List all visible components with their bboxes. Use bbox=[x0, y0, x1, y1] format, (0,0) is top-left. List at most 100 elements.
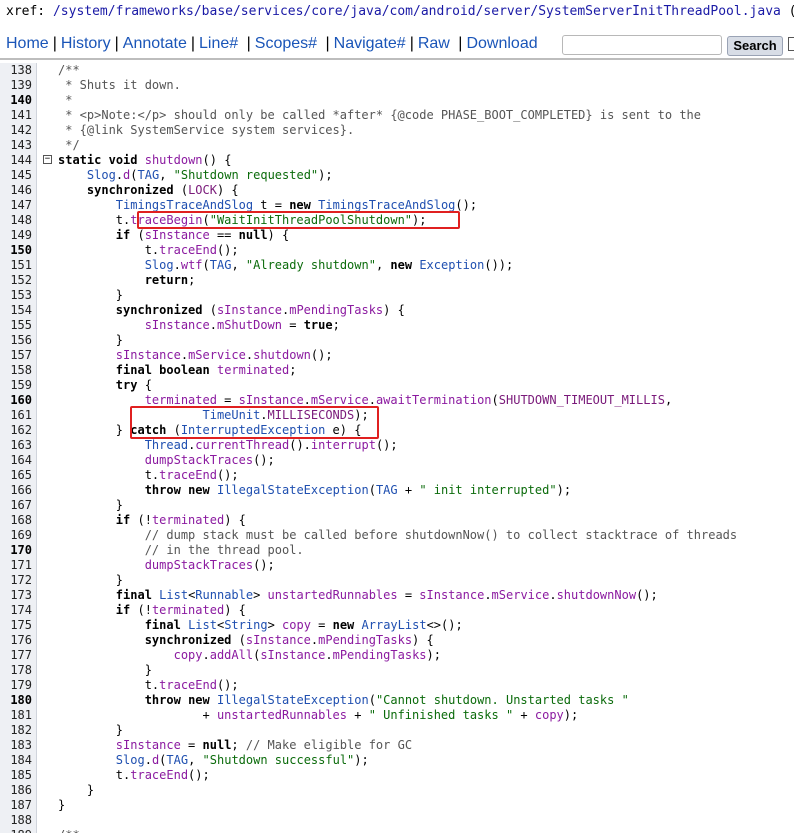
line-number-link[interactable]: 175 bbox=[0, 618, 32, 633]
line-number-link[interactable]: 156 bbox=[0, 333, 32, 348]
option-checkbox[interactable] bbox=[788, 37, 794, 51]
code-line: 162 } catch (InterruptedException e) { bbox=[0, 423, 794, 438]
line-number-link[interactable]: 144 bbox=[0, 153, 32, 168]
line-number-link[interactable]: 157 bbox=[0, 348, 32, 363]
nav-separator: | bbox=[242, 35, 251, 52]
code-text: final List<Runnable> unstartedRunnables … bbox=[115, 588, 658, 602]
line-number-link[interactable]: 180 bbox=[0, 693, 32, 708]
nav-scopes-link[interactable]: Scopes# bbox=[255, 35, 317, 52]
line-number-link[interactable]: 172 bbox=[0, 573, 32, 588]
line-number-link[interactable]: 138 bbox=[0, 63, 32, 78]
line-number-link[interactable]: 179 bbox=[0, 678, 32, 693]
line-number-link[interactable]: 167 bbox=[0, 498, 32, 513]
nav-download-link[interactable]: Download bbox=[466, 35, 537, 52]
code-text: t.traceEnd(); bbox=[58, 468, 239, 482]
line-number-link[interactable]: 162 bbox=[0, 423, 32, 438]
code-line: 159 try { bbox=[0, 378, 794, 393]
code-line: 172 } bbox=[0, 573, 794, 588]
line-number-link[interactable]: 178 bbox=[0, 663, 32, 678]
code-line: 169 // dump stack must be called before … bbox=[0, 528, 794, 543]
nav-navigate-link[interactable]: Navigate# bbox=[334, 35, 406, 52]
line-number-link[interactable]: 149 bbox=[0, 228, 32, 243]
line-number-link[interactable]: 171 bbox=[0, 558, 32, 573]
line-number-link[interactable]: 189 bbox=[0, 828, 32, 833]
line-number-link[interactable]: 159 bbox=[0, 378, 32, 393]
code-line: 177 copy.addAll(sInstance.mPendingTasks)… bbox=[0, 648, 794, 663]
line-number-link[interactable]: 182 bbox=[0, 723, 32, 738]
line-number-link[interactable]: 143 bbox=[0, 138, 32, 153]
code-line: 170 // in the thread pool. bbox=[0, 543, 794, 558]
code-line: 163 Thread.currentThread().interrupt(); bbox=[0, 438, 794, 453]
line-number-link[interactable]: 163 bbox=[0, 438, 32, 453]
code-text: /** bbox=[58, 828, 80, 833]
code-line: 164 dumpStackTraces(); bbox=[0, 453, 794, 468]
line-number-link[interactable]: 140 bbox=[0, 93, 32, 108]
code-text: throw new IllegalStateException("Cannot … bbox=[144, 693, 629, 707]
nav-home-link[interactable]: Home bbox=[6, 35, 49, 52]
line-number-link[interactable]: 150 bbox=[0, 243, 32, 258]
code-line: 139 * Shuts it down. bbox=[0, 78, 794, 93]
xref-file-path[interactable]: /system/frameworks/base/services/core/ja… bbox=[53, 4, 781, 19]
line-number-link[interactable]: 161 bbox=[0, 408, 32, 423]
code-line: 188 bbox=[0, 813, 794, 828]
code-text: t.traceEnd(); bbox=[58, 243, 239, 257]
nav-separator: | bbox=[190, 35, 195, 52]
line-number-link[interactable]: 177 bbox=[0, 648, 32, 663]
line-number-link[interactable]: 166 bbox=[0, 483, 32, 498]
line-number-link[interactable]: 153 bbox=[0, 288, 32, 303]
nav-raw-link[interactable]: Raw bbox=[418, 35, 450, 52]
line-number-link[interactable]: 158 bbox=[0, 363, 32, 378]
nav-history-link[interactable]: History bbox=[61, 35, 111, 52]
line-number-link[interactable]: 154 bbox=[0, 303, 32, 318]
search-input[interactable] bbox=[562, 35, 722, 55]
code-line: 184 Slog.d(TAG, "Shutdown successful"); bbox=[0, 753, 794, 768]
code-text: sInstance = null; // Make eligible for G… bbox=[115, 738, 413, 752]
line-number-link[interactable]: 160 bbox=[0, 393, 32, 408]
line-number-link[interactable]: 168 bbox=[0, 513, 32, 528]
search-button[interactable]: Search bbox=[727, 36, 783, 56]
line-number-link[interactable]: 165 bbox=[0, 468, 32, 483]
code-text: */ bbox=[58, 138, 80, 152]
line-number-link[interactable]: 183 bbox=[0, 738, 32, 753]
line-number-link[interactable]: 145 bbox=[0, 168, 32, 183]
line-number-link[interactable]: 169 bbox=[0, 528, 32, 543]
xref-path-bar: xref: /system/frameworks/base/services/c… bbox=[0, 0, 794, 26]
code-line: 150 t.traceEnd(); bbox=[0, 243, 794, 258]
line-number-link[interactable]: 139 bbox=[0, 78, 32, 93]
code-text: static void shutdown() { bbox=[58, 153, 232, 167]
line-number-link[interactable]: 188 bbox=[0, 813, 32, 828]
line-number-link[interactable]: 151 bbox=[0, 258, 32, 273]
line-number-link[interactable]: 155 bbox=[0, 318, 32, 333]
line-number-link[interactable]: 181 bbox=[0, 708, 32, 723]
line-number-link[interactable]: 141 bbox=[0, 108, 32, 123]
line-number-link[interactable]: 184 bbox=[0, 753, 32, 768]
code-line: 141 * <p>Note:</p> should only be called… bbox=[0, 108, 794, 123]
code-text: } bbox=[58, 663, 152, 677]
line-number-link[interactable]: 185 bbox=[0, 768, 32, 783]
line-number-link[interactable]: 164 bbox=[0, 453, 32, 468]
line-number-link[interactable]: 174 bbox=[0, 603, 32, 618]
code-line: 142 * {@link SystemService system servic… bbox=[0, 123, 794, 138]
code-text: synchronized (sInstance.mPendingTasks) { bbox=[144, 633, 434, 647]
line-number-link[interactable]: 170 bbox=[0, 543, 32, 558]
code-line: 155 sInstance.mShutDown = true; bbox=[0, 318, 794, 333]
nav-line-link[interactable]: Line# bbox=[199, 35, 238, 52]
nav-links: Home | History | Annotate | Line# | Scopes# | Na… bbox=[6, 35, 538, 53]
line-number-link[interactable]: 173 bbox=[0, 588, 32, 603]
line-number-link[interactable]: 187 bbox=[0, 798, 32, 813]
line-number-link[interactable]: 186 bbox=[0, 783, 32, 798]
nav-annotate-link[interactable]: Annotate bbox=[123, 35, 187, 52]
code-text: t.traceEnd(); bbox=[58, 768, 210, 782]
line-number-link[interactable]: 146 bbox=[0, 183, 32, 198]
line-number-link[interactable]: 176 bbox=[0, 633, 32, 648]
code-line: 189 /** bbox=[0, 828, 794, 833]
code-line: 166 throw new IllegalStateException(TAG … bbox=[0, 483, 794, 498]
code-text: * bbox=[58, 93, 73, 107]
line-number-link[interactable]: 152 bbox=[0, 273, 32, 288]
nav-separator: | bbox=[409, 35, 414, 52]
line-number-link[interactable]: 142 bbox=[0, 123, 32, 138]
line-number-link[interactable]: 148 bbox=[0, 213, 32, 228]
code-line: 175 final List<String> copy = new ArrayL… bbox=[0, 618, 794, 633]
line-number-link[interactable]: 147 bbox=[0, 198, 32, 213]
collapse-toggle-icon[interactable]: − bbox=[43, 155, 52, 164]
